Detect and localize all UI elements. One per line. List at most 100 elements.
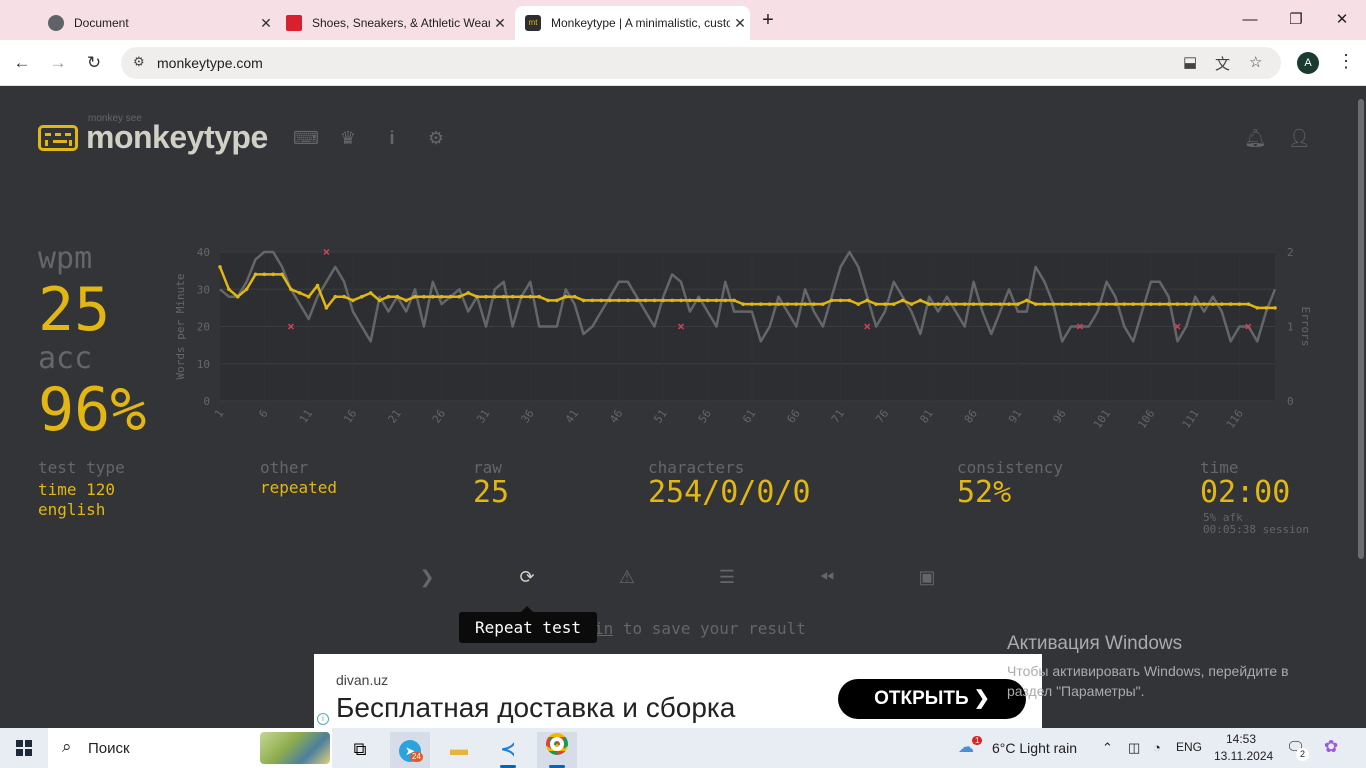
test-type-label: test type (38, 458, 125, 477)
translate-icon[interactable]: 文 (1215, 53, 1230, 74)
minimize-button[interactable]: — (1238, 8, 1262, 32)
wpm-point (333, 294, 338, 299)
search-highlight-image (260, 732, 330, 764)
wpm-point (661, 298, 666, 303)
wpm-point (1087, 302, 1091, 306)
wpm-point (705, 298, 710, 303)
ad-banner[interactable]: divan.uz Бесплатная доставка и сборка ОТ… (314, 654, 1042, 728)
replay-icon[interactable]: ⏪︎ (815, 565, 839, 589)
wpm-point (723, 298, 728, 303)
wpm-point (227, 287, 231, 292)
next-test-button[interactable]: ❯ (415, 565, 439, 589)
wpm-label: wpm (38, 241, 93, 276)
page-scrollbar[interactable] (1356, 87, 1366, 728)
windows-start-icon[interactable] (16, 740, 32, 756)
meet-now-icon[interactable]: ◫ (1128, 740, 1140, 756)
y2-tick-label: 2 (1287, 246, 1294, 259)
install-app-icon[interactable]: ⬓ (1183, 53, 1197, 71)
address-bar[interactable]: ⚙ monkeytype.com ⬓ 文 ☆ (121, 47, 1281, 79)
wpm-point (1007, 302, 1011, 306)
wpm-point (750, 302, 754, 306)
wpm-chart: 0102030400121 6 11 16 21 26 31 36 41 46 51 56 61 66 71… (174, 246, 1312, 431)
clock-date[interactable]: 13.11.2024 (1214, 749, 1273, 763)
close-icon[interactable]: ✕ (730, 15, 750, 32)
wpm-point (422, 294, 426, 299)
x-tick-label: 116 (1224, 407, 1246, 431)
browser-toolbar: ← → ↻ ⚙ monkeytype.com ⬓ 文 ☆ A ⋮ (0, 40, 1366, 86)
wpm-point (1140, 302, 1144, 306)
wpm-point (989, 302, 994, 306)
chevron-up-icon[interactable]: ⌃ (1102, 740, 1113, 756)
x-tick-label: 66 (784, 407, 802, 425)
profile-avatar[interactable]: A (1297, 52, 1319, 74)
ad-open-button[interactable]: ОТКРЫТЬ ❯ (838, 679, 1026, 719)
wpm-point (324, 306, 329, 310)
close-icon[interactable]: ✕ (256, 15, 276, 32)
telegram-icon[interactable]: ➤ 24 (390, 732, 430, 768)
clock-time[interactable]: 14:53 (1226, 732, 1256, 746)
y-tick-label: 10 (197, 358, 210, 371)
x-tick-label: 6 (256, 407, 270, 420)
x-tick-label: 46 (607, 407, 625, 425)
report-icon[interactable]: ⚠ (615, 565, 639, 589)
ad-info-icon[interactable]: i (317, 713, 329, 725)
restore-button[interactable]: ❐ (1284, 8, 1308, 32)
gear-icon[interactable]: ⚙ (425, 127, 447, 149)
tab-document[interactable]: Document ✕ (38, 6, 276, 40)
x-tick-label: 16 (341, 407, 359, 425)
y2-axis-label: Errors (1299, 307, 1312, 347)
watermark-text: Чтобы активировать Windows, перейдите в … (1007, 663, 1289, 699)
reload-button[interactable]: ↻ (82, 51, 106, 75)
wpm-point (386, 294, 391, 299)
wpm-point (457, 294, 462, 299)
close-icon[interactable]: ✕ (490, 15, 510, 32)
tab-title: Shoes, Sneakers, & Athletic Wear (312, 16, 490, 30)
screenshot-icon[interactable]: ▣ (915, 565, 939, 589)
wpm-point (856, 302, 861, 306)
tab-monkeytype[interactable]: mt Monkeytype | A minimalistic, customiz… (515, 6, 750, 40)
vscode-icon[interactable]: ≺ (488, 732, 528, 768)
ad-cta-label: ОТКРЫТЬ (874, 688, 969, 709)
bell-icon[interactable]: 🔔︎ (1244, 127, 1267, 149)
site-info-icon[interactable]: ⚙ (133, 54, 145, 70)
bookmark-star-icon[interactable]: ☆ (1249, 53, 1262, 71)
info-icon[interactable]: i (381, 127, 403, 149)
wpm-point (874, 302, 878, 306)
wpm-point (741, 302, 745, 306)
forward-button[interactable]: → (46, 51, 70, 75)
menu-icon[interactable]: ⋮ (1337, 51, 1355, 72)
scrollbar-thumb[interactable] (1358, 99, 1364, 559)
x-tick-label: 81 (917, 407, 935, 425)
wpm-point (306, 294, 311, 299)
x-tick-label: 101 (1091, 407, 1113, 431)
copilot-icon[interactable]: ✿ (1324, 737, 1338, 757)
wpm-point (1051, 302, 1056, 306)
repeat-test-button[interactable]: ⟳ (515, 565, 539, 589)
user-icon[interactable]: 👤︎ (1288, 127, 1311, 149)
wpm-point (1246, 302, 1251, 306)
wpm-point (537, 294, 541, 299)
weather-text[interactable]: 6°C Light rain (992, 740, 1077, 756)
keyboard-icon[interactable]: ⌨ (293, 127, 319, 149)
file-explorer-icon[interactable]: ▬ (439, 732, 479, 768)
wifi-icon[interactable]: ◔ (1153, 740, 1161, 755)
wpm-point (590, 298, 595, 303)
task-view-icon[interactable]: ⧉ (340, 732, 380, 768)
wpm-point (1184, 302, 1189, 306)
wpm-point (847, 298, 852, 303)
back-button[interactable]: ← (10, 51, 34, 75)
taskbar-search[interactable]: ⌕ Поиск (48, 728, 332, 768)
words-history-icon[interactable]: ☰ (715, 565, 739, 589)
tab-shoes[interactable]: Shoes, Sneakers, & Athletic Wear ✕ (278, 6, 510, 40)
language-indicator[interactable]: ENG (1176, 740, 1202, 754)
wpm-point (971, 302, 976, 306)
wpm-point (617, 298, 621, 303)
other-label: other (260, 458, 309, 477)
logo[interactable]: monkeytype (38, 119, 268, 156)
chrome-icon[interactable] (537, 732, 577, 768)
wpm-point (679, 298, 683, 303)
x-tick-label: 11 (297, 407, 315, 425)
close-window-button[interactable]: ✕ (1330, 8, 1354, 32)
crown-icon[interactable]: ♛ (337, 127, 359, 149)
new-tab-button[interactable]: + (756, 8, 780, 32)
